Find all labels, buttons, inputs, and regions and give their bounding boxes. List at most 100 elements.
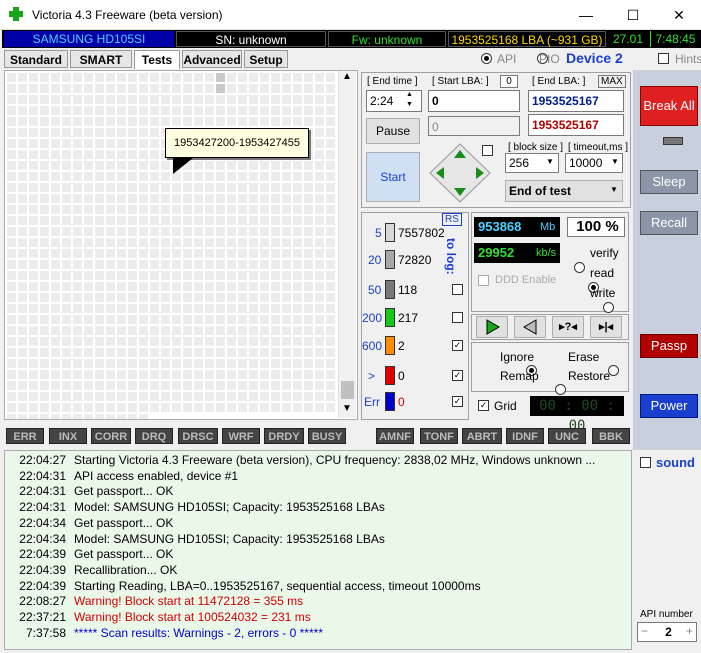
reverse-icon bbox=[523, 319, 537, 335]
grid-block bbox=[216, 172, 225, 181]
pause-button[interactable]: Pause bbox=[366, 118, 420, 144]
grid-block bbox=[150, 260, 159, 269]
grid-block bbox=[304, 183, 313, 192]
grid-block bbox=[84, 161, 93, 170]
power-button[interactable]: Power bbox=[640, 394, 698, 418]
log-time: 22:04:27 bbox=[19, 453, 66, 467]
scroll-up-icon[interactable]: ▲ bbox=[342, 71, 352, 82]
end-mode-select[interactable]: End of test bbox=[505, 180, 623, 202]
recall-button[interactable]: Recall bbox=[640, 211, 698, 235]
elapsed-timer: 00 : 00 : 00 bbox=[530, 396, 624, 434]
grid-block bbox=[183, 315, 192, 324]
tab-advanced[interactable]: Advanced bbox=[182, 50, 242, 68]
start-lba-input[interactable]: 0 bbox=[428, 90, 520, 112]
log-line: 22:04:34 Model: SAMSUNG HD105SI; Capacity… bbox=[8, 532, 385, 547]
grid-checkbox[interactable]: ✓ bbox=[478, 400, 489, 411]
counter-swatch bbox=[385, 366, 395, 385]
grid-block bbox=[150, 359, 159, 368]
counter-log-checkbox[interactable] bbox=[452, 312, 463, 323]
grid-block bbox=[282, 370, 291, 379]
grid-block bbox=[29, 84, 38, 93]
grid-block bbox=[249, 392, 258, 401]
grid-block bbox=[271, 84, 280, 93]
drive-capacity: 1953525168 LBA (~931 GB) bbox=[448, 31, 606, 47]
grid-block bbox=[128, 304, 137, 313]
write-radio[interactable] bbox=[602, 302, 614, 313]
grid-block bbox=[139, 183, 148, 192]
counter-log-checkbox[interactable]: ✓ bbox=[452, 396, 463, 407]
grid-block bbox=[249, 238, 258, 247]
remap-radio[interactable] bbox=[554, 384, 566, 395]
end-time-input[interactable]: 2:24 bbox=[366, 90, 422, 112]
sound-checkbox[interactable] bbox=[640, 457, 651, 468]
grid-block bbox=[84, 392, 93, 401]
end-lba-input[interactable]: 1953525167 bbox=[528, 90, 624, 112]
grid-block bbox=[172, 260, 181, 269]
surface-map bbox=[4, 70, 358, 420]
error-flag-err: ERR bbox=[6, 428, 44, 444]
counter-log-checkbox[interactable] bbox=[452, 284, 463, 295]
grid-block bbox=[29, 161, 38, 170]
tab-standard[interactable]: Standard bbox=[4, 50, 68, 68]
grid-block bbox=[7, 370, 16, 379]
max-button[interactable]: MAX bbox=[598, 75, 626, 88]
maximize-button[interactable]: ☐ bbox=[610, 0, 656, 30]
verify-radio[interactable] bbox=[574, 262, 585, 273]
ddd-label: DDD Enable bbox=[495, 274, 557, 286]
passport-button[interactable]: Passp bbox=[640, 334, 698, 358]
grid-block bbox=[62, 260, 71, 269]
block-size-chevron-icon[interactable]: ▼ bbox=[546, 157, 554, 166]
counter-swatch bbox=[385, 250, 395, 269]
butterfly-button[interactable]: ▸|◂ bbox=[590, 316, 622, 338]
grid-block bbox=[282, 183, 291, 192]
tab-tests[interactable]: Tests bbox=[134, 50, 180, 69]
api-minus-icon[interactable]: − bbox=[641, 624, 648, 638]
current-lba-field: 0 bbox=[428, 116, 520, 136]
error-flag-drsc: DRSC bbox=[178, 428, 218, 444]
grid-block bbox=[315, 84, 324, 93]
reverse-button[interactable] bbox=[514, 316, 546, 338]
grid-block bbox=[271, 73, 280, 82]
map-scrollbar[interactable]: ▲ ▼ bbox=[338, 71, 356, 418]
random-button[interactable]: ▸?◂ bbox=[552, 316, 584, 338]
counter-log-checkbox[interactable]: ✓ bbox=[452, 370, 463, 381]
grid-block bbox=[205, 392, 214, 401]
grid-block bbox=[95, 392, 104, 401]
grid-block bbox=[106, 106, 115, 115]
counter-ms: 200 bbox=[362, 311, 383, 325]
scroll-down-icon[interactable]: ▼ bbox=[342, 403, 352, 414]
timeout-chevron-icon[interactable]: ▼ bbox=[611, 157, 619, 166]
start-button[interactable]: Start bbox=[366, 152, 420, 202]
play-button[interactable] bbox=[476, 316, 508, 338]
tab-setup[interactable]: Setup bbox=[244, 50, 288, 68]
ddd-checkbox[interactable] bbox=[478, 275, 489, 286]
counter-log-checkbox[interactable]: ✓ bbox=[452, 340, 463, 351]
grid-block bbox=[172, 293, 181, 302]
end-time-spinner-icon[interactable]: ▲ ▼ bbox=[406, 90, 413, 110]
break-all-button[interactable]: Break All bbox=[640, 86, 698, 126]
grid-block bbox=[271, 271, 280, 280]
minimize-button[interactable]: — bbox=[563, 0, 609, 30]
end-mode-chevron-icon[interactable]: ▼ bbox=[610, 185, 618, 194]
grid-block bbox=[62, 117, 71, 126]
grid-block bbox=[304, 194, 313, 203]
grid-block bbox=[95, 315, 104, 324]
grid-block bbox=[62, 282, 71, 291]
api-radio[interactable] bbox=[481, 53, 492, 64]
grid-block bbox=[205, 205, 214, 214]
sleep-button[interactable]: Sleep bbox=[640, 170, 698, 194]
grid-block bbox=[315, 216, 324, 225]
tab-smart[interactable]: SMART bbox=[70, 50, 132, 68]
reset-counters-button[interactable]: RS bbox=[442, 213, 462, 226]
grid-block bbox=[260, 205, 269, 214]
scroll-thumb[interactable] bbox=[341, 381, 354, 399]
pad-checkbox[interactable] bbox=[482, 145, 493, 156]
hints-checkbox[interactable] bbox=[658, 53, 669, 64]
grid-block bbox=[194, 106, 203, 115]
grid-block bbox=[227, 194, 236, 203]
grid-block bbox=[51, 150, 60, 159]
close-button[interactable]: ✕ bbox=[656, 0, 701, 30]
grid-block bbox=[238, 282, 247, 291]
grid-block bbox=[205, 227, 214, 236]
api-plus-icon[interactable]: + bbox=[686, 624, 693, 638]
